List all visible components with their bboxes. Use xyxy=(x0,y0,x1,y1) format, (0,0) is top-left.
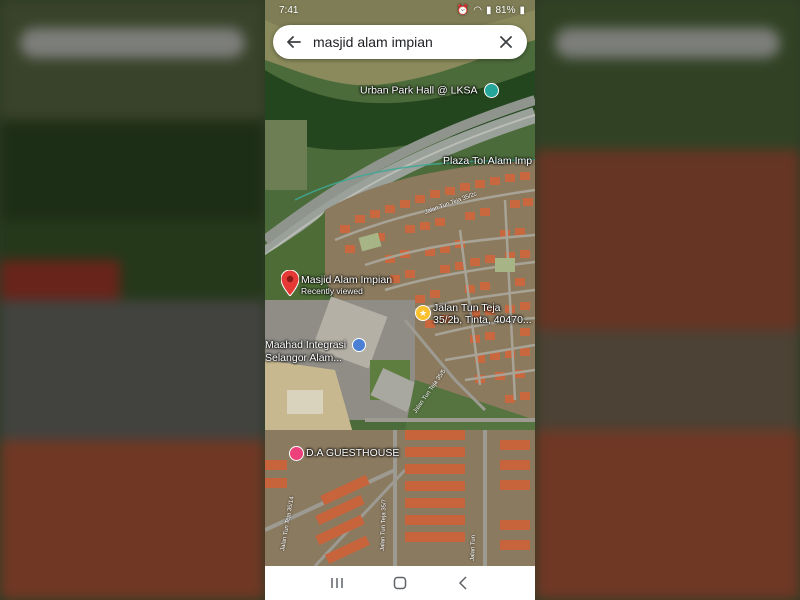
place-label-guesthouse[interactable]: D.A GUESTHOUSE xyxy=(306,447,399,459)
location-pin-icon xyxy=(280,269,300,297)
recents-icon[interactable] xyxy=(322,568,352,598)
chevron-left-icon[interactable] xyxy=(448,568,478,598)
close-icon[interactable] xyxy=(495,31,517,53)
place-label-jalan-tun-teja[interactable]: Jalan Tun Teja 35/2b, Tinta, 40470... xyxy=(433,302,532,326)
signal-icon: ▮ xyxy=(485,4,492,16)
system-nav-bar xyxy=(265,566,535,600)
selected-place-pin[interactable] xyxy=(280,269,300,301)
blurred-background-left xyxy=(0,0,265,600)
place-label-masjid[interactable]: Masjid Alam Impian Recently viewed xyxy=(301,274,392,296)
battery-icon: ▮ xyxy=(519,4,525,16)
star-icon[interactable]: ★ xyxy=(415,305,431,321)
place-label-plaza-tol[interactable]: Plaza Tol Alam Imp xyxy=(443,155,532,167)
battery-percent: 81% xyxy=(495,4,516,16)
phone-screen: 7:41 ⏰ ◠ ▮ 81% ▮ masjid alam impian Urba… xyxy=(265,0,535,600)
arrow-back-icon[interactable] xyxy=(283,31,305,53)
hotel-icon[interactable] xyxy=(289,446,304,461)
search-query-text[interactable]: masjid alam impian xyxy=(305,34,495,50)
home-icon[interactable] xyxy=(385,568,415,598)
alarm-icon: ⏰ xyxy=(456,4,470,16)
wifi-icon: ◠ xyxy=(473,4,482,16)
place-label-maahad[interactable]: Maahad Integrasi Selangor Alam... xyxy=(265,338,367,364)
park-icon xyxy=(483,83,499,98)
road-label: Jalan Tun xyxy=(470,534,477,562)
school-icon xyxy=(352,338,367,352)
status-bar: 7:41 ⏰ ◠ ▮ 81% ▮ xyxy=(265,0,535,20)
search-bar[interactable]: masjid alam impian xyxy=(273,25,527,59)
blurred-background-right xyxy=(535,0,800,600)
status-time: 7:41 xyxy=(279,4,299,16)
place-label-urban-park[interactable]: Urban Park Hall @ LKSA xyxy=(360,83,499,98)
